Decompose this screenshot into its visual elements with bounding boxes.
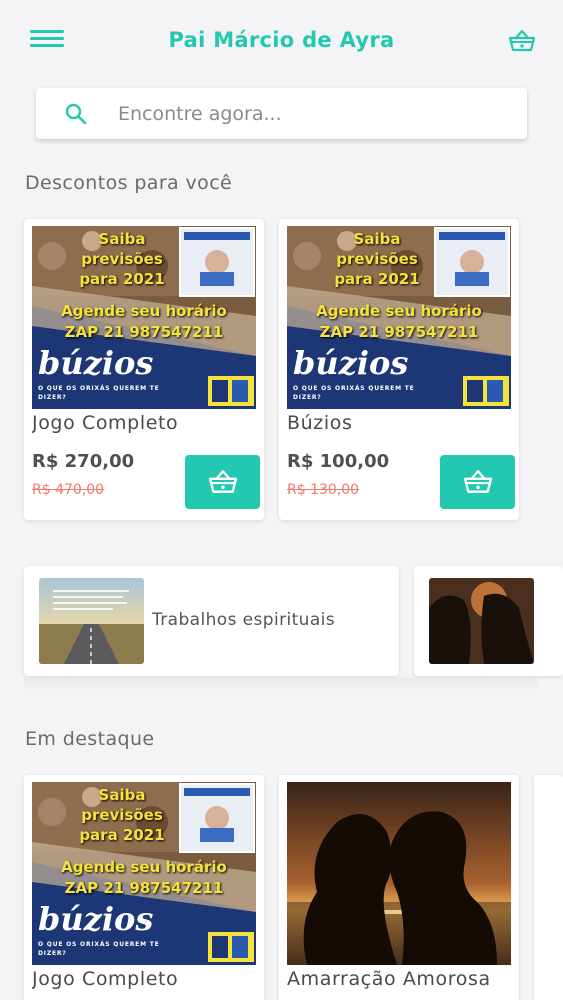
product-old-price: R$ 470,00: [32, 482, 105, 498]
product-card[interactable]: Saiba previsões para 2021 Agende seu hor…: [24, 219, 264, 520]
banner-phone: ZAP 21 987547211: [64, 323, 224, 341]
banner-phone: ZAP 21 987547211: [319, 323, 479, 341]
banner-headline: Saiba previsões para 2021: [79, 786, 165, 844]
section-divider: [24, 678, 539, 692]
search-icon[interactable]: [64, 102, 88, 126]
product-image[interactable]: Saiba previsões para 2021 Agende seu hor…: [32, 782, 256, 965]
banner-headline: Saiba previsões para 2021: [334, 230, 420, 288]
product-name: Jogo Completo: [32, 412, 179, 434]
category-image: [429, 578, 534, 664]
search-bar[interactable]: [36, 88, 527, 139]
app-title: Pai Márcio de Ayra: [168, 28, 395, 52]
category-card-trabalhos[interactable]: Trabalhos espirituais: [24, 566, 399, 676]
banner-subtext: O QUE OS ORIXÁS QUEREM TE DIZER?: [293, 385, 415, 401]
add-to-cart-button[interactable]: [185, 455, 260, 509]
section-title-discounts: Descontos para você: [25, 172, 233, 194]
product-price: R$ 100,00: [287, 451, 390, 472]
product-image[interactable]: Saiba previsões para 2021 Agende seu hor…: [32, 226, 256, 409]
add-to-cart-button[interactable]: [440, 455, 515, 509]
banner-script: búzios: [38, 344, 154, 382]
product-old-price: R$ 130,00: [287, 482, 360, 498]
banner-line: Agende seu horário: [61, 302, 227, 320]
product-card[interactable]: Amarração Amorosa: [279, 775, 519, 1000]
banner-script: búzios: [293, 344, 409, 382]
menu-icon[interactable]: [28, 26, 66, 52]
add-to-cart-icon: [208, 470, 237, 493]
product-name: Amarração Amorosa: [287, 968, 491, 990]
banner-phone: ZAP 21 987547211: [64, 879, 224, 897]
search-input[interactable]: [118, 88, 508, 139]
product-image[interactable]: Saiba previsões para 2021 Agende seu hor…: [287, 226, 511, 409]
product-card[interactable]: Saiba previsões para 2021 Agende seu hor…: [24, 775, 264, 1000]
category-card-amor[interactable]: [414, 566, 563, 676]
product-name: Búzios: [287, 412, 353, 434]
section-title-featured: Em destaque: [25, 728, 155, 750]
banner-subtext: O QUE OS ORIXÁS QUEREM TE DIZER?: [38, 941, 160, 957]
banner-subtext: O QUE OS ORIXÁS QUEREM TE DIZER?: [38, 385, 160, 401]
product-card-partial[interactable]: [534, 775, 563, 1000]
basket-icon[interactable]: [507, 28, 537, 54]
product-name: Jogo Completo: [32, 968, 179, 990]
banner-line: Agende seu horário: [316, 302, 482, 320]
add-to-cart-icon: [463, 470, 492, 493]
product-card[interactable]: Saiba previsões para 2021 Agende seu hor…: [279, 219, 519, 520]
product-price: R$ 270,00: [32, 451, 135, 472]
product-image[interactable]: [287, 782, 511, 965]
app-header: Pai Márcio de Ayra: [0, 0, 563, 80]
banner-headline: Saiba previsões para 2021: [79, 230, 165, 288]
banner-script: búzios: [38, 900, 154, 938]
category-label: Trabalhos espirituais: [152, 610, 336, 630]
banner-line: Agende seu horário: [61, 858, 227, 876]
category-image: [39, 578, 144, 664]
